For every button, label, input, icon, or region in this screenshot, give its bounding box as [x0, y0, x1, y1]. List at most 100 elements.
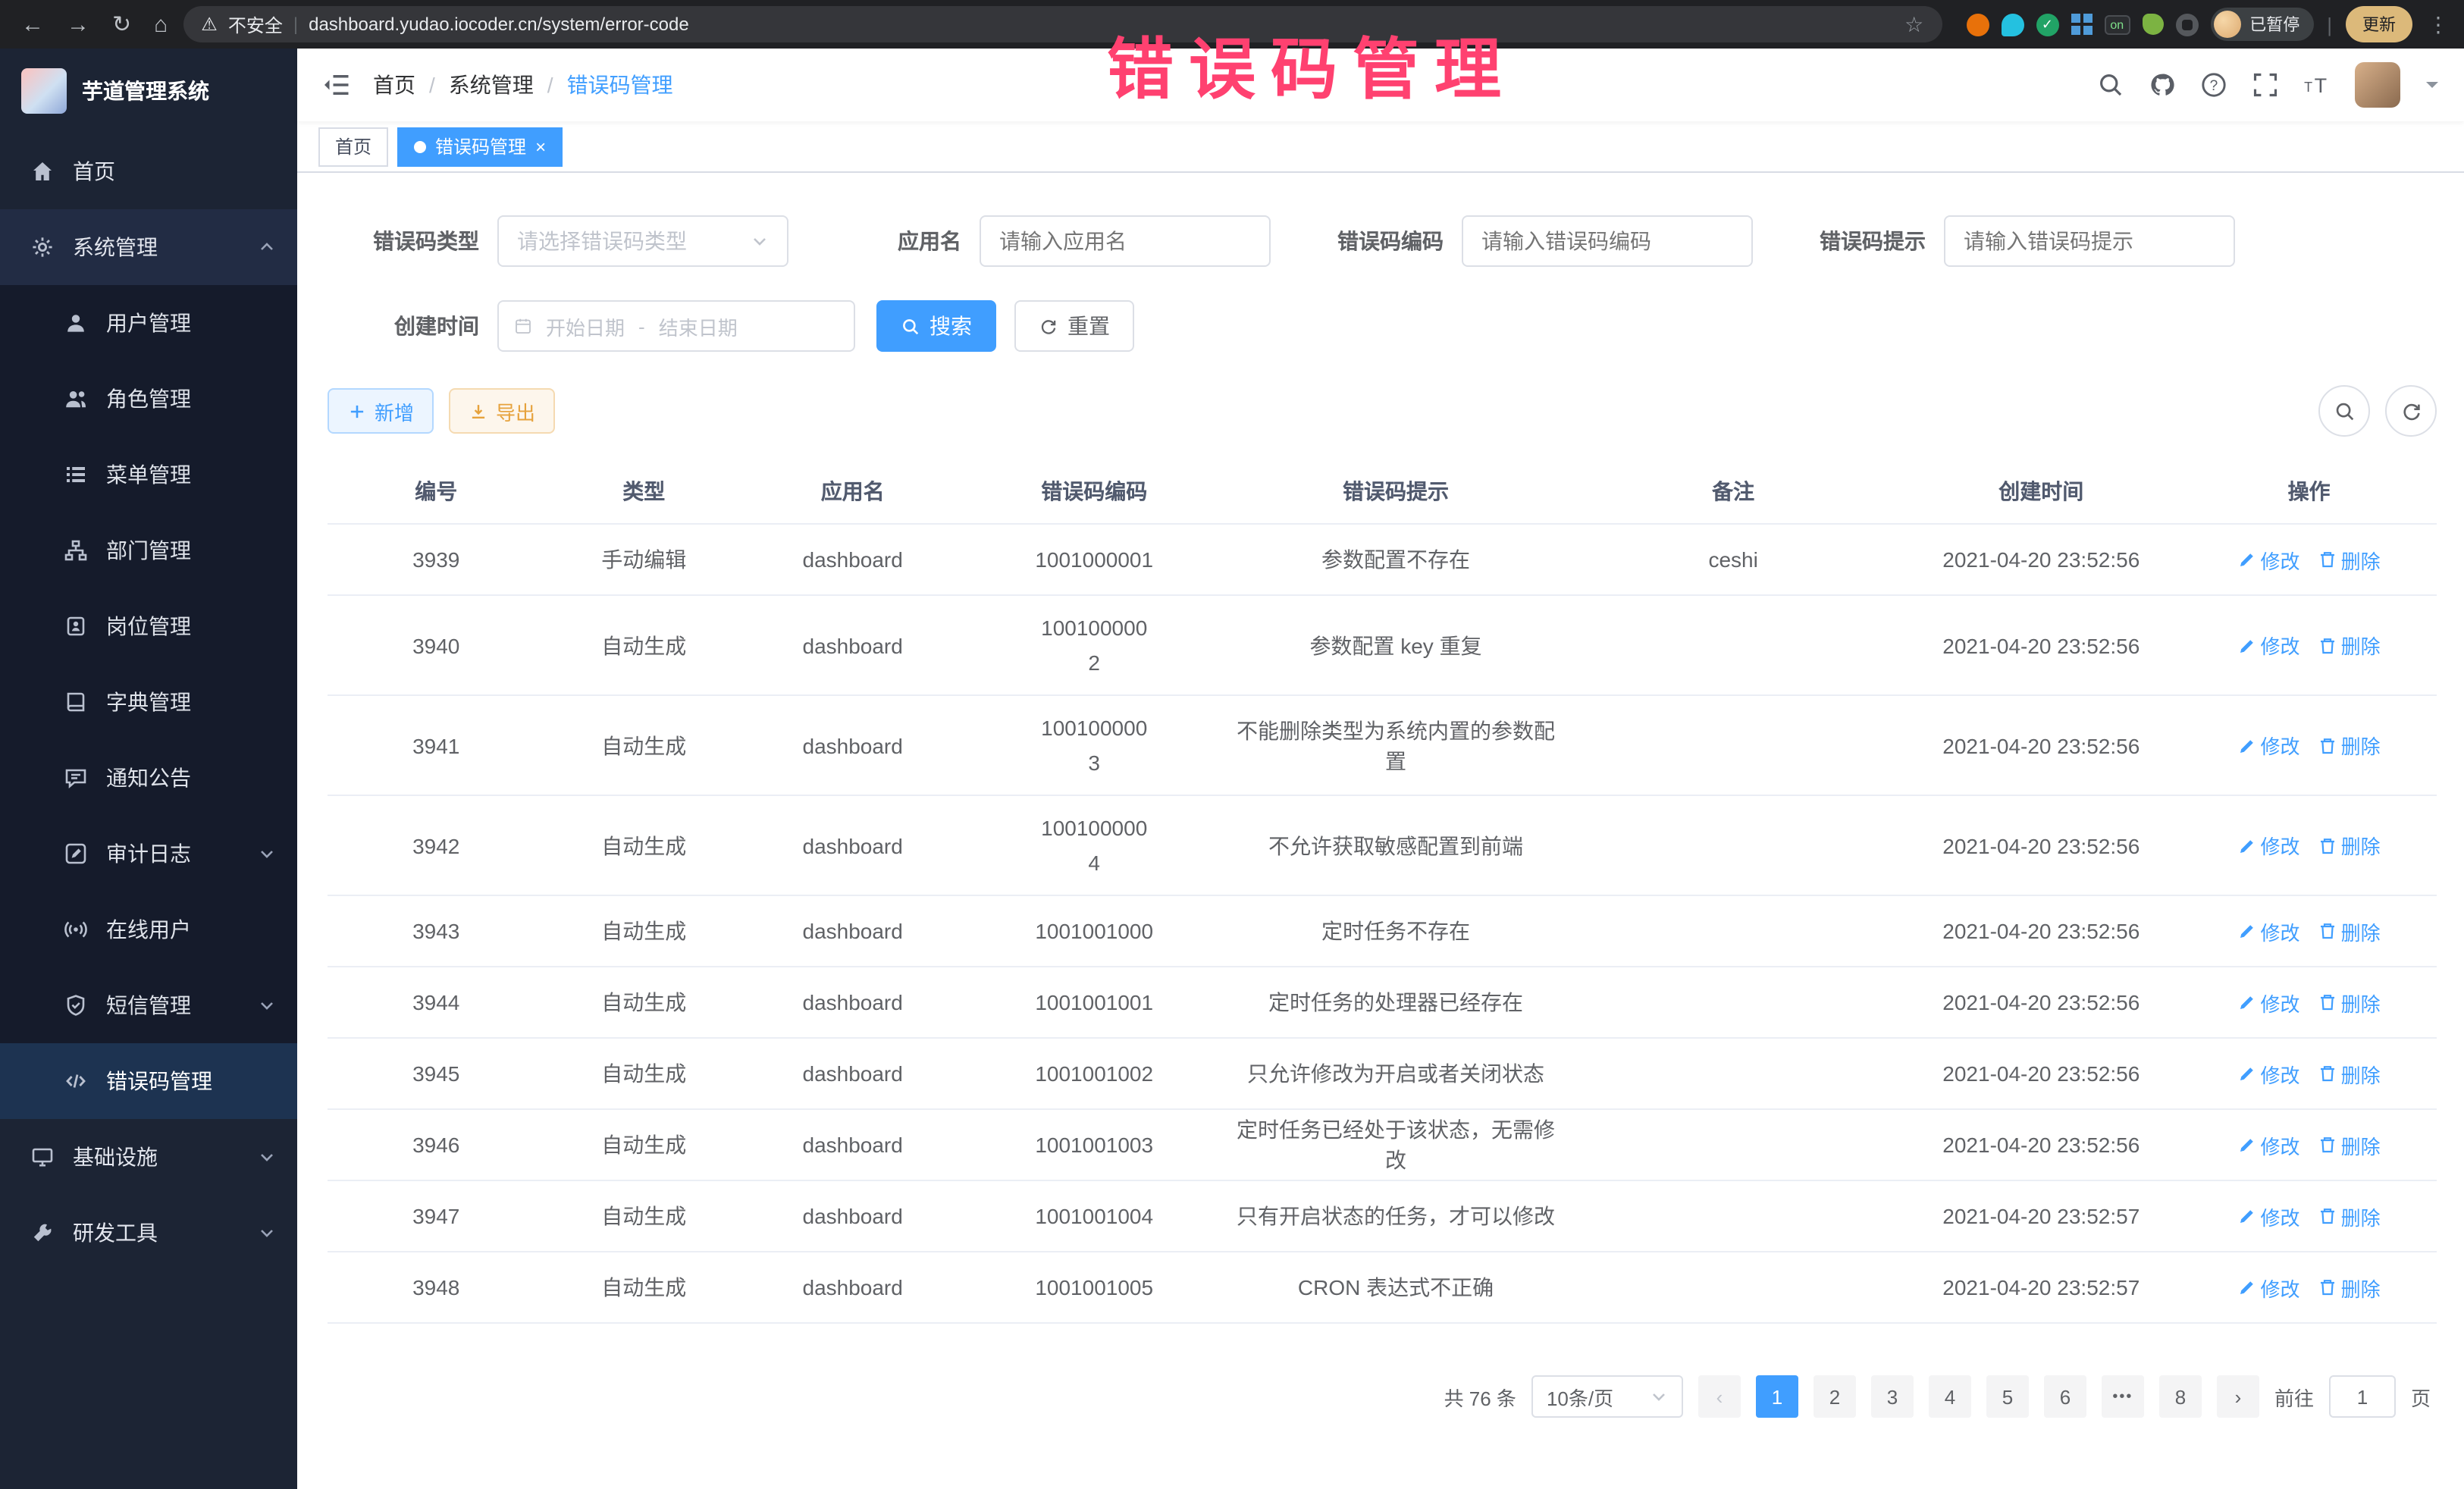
- error-msg-input[interactable]: [1944, 215, 2235, 267]
- cell-message: 定时任务已经处于该状态，无需修改: [1226, 1114, 1566, 1175]
- tab-home[interactable]: 首页: [318, 127, 388, 166]
- page-button-1[interactable]: 1: [1756, 1375, 1798, 1418]
- sidebar-item-menus[interactable]: 菜单管理: [0, 437, 297, 513]
- sidebar-item-home[interactable]: 首页: [0, 133, 297, 209]
- browser-menu-icon[interactable]: ⋮: [2428, 11, 2449, 37]
- caret-down-icon[interactable]: [2425, 77, 2440, 92]
- delete-link[interactable]: 删除: [2318, 545, 2381, 574]
- sidebar-item-online-users[interactable]: 在线用户: [0, 892, 297, 967]
- extension-drop-icon[interactable]: [2001, 13, 2024, 36]
- date-range-picker[interactable]: 开始日期 - 结束日期: [497, 300, 855, 352]
- page-size-select[interactable]: 10条/页: [1531, 1375, 1683, 1418]
- page-button-8[interactable]: 8: [2159, 1375, 2202, 1418]
- end-date-placeholder[interactable]: 结束日期: [659, 312, 738, 340]
- home-button[interactable]: ⌂: [154, 13, 168, 36]
- close-tab-icon[interactable]: ×: [535, 136, 546, 157]
- sidebar-item-positions[interactable]: 岗位管理: [0, 588, 297, 664]
- edit-link[interactable]: 修改: [2238, 545, 2300, 574]
- delete-link[interactable]: 删除: [2318, 631, 2381, 660]
- sidebar-item-sms[interactable]: 短信管理: [0, 967, 297, 1043]
- delete-link[interactable]: 删除: [2318, 1202, 2381, 1230]
- sidebar-item-users[interactable]: 用户管理: [0, 285, 297, 361]
- extension-leaf-icon[interactable]: [2142, 14, 2163, 35]
- delete-link[interactable]: 删除: [2318, 917, 2381, 945]
- sidebar-fold-icon[interactable]: [321, 70, 352, 100]
- toolbar-divider: |: [2327, 13, 2332, 36]
- delete-link[interactable]: 删除: [2318, 1059, 2381, 1088]
- toggle-search-button[interactable]: [2318, 385, 2370, 437]
- error-code-input[interactable]: [1462, 215, 1753, 267]
- delete-link[interactable]: 删除: [2318, 988, 2381, 1017]
- reset-button[interactable]: 重置: [1014, 300, 1134, 352]
- search-button[interactable]: 搜索: [876, 300, 996, 352]
- help-icon[interactable]: ?: [2200, 71, 2227, 99]
- font-size-icon[interactable]: TT: [2303, 71, 2331, 99]
- sidebar-item-audit-logs[interactable]: 审计日志: [0, 816, 297, 892]
- edit-link[interactable]: 修改: [2238, 831, 2300, 860]
- cell-type: 自动生成: [545, 1058, 744, 1089]
- prev-page-button[interactable]: ‹: [1698, 1375, 1741, 1418]
- sidebar-item-departments[interactable]: 部门管理: [0, 513, 297, 588]
- security-label[interactable]: 不安全: [228, 11, 283, 37]
- avatar[interactable]: [2355, 62, 2400, 108]
- address-bar[interactable]: ⚠ 不安全 | dashboard.yudao.iocoder.cn/syste…: [183, 6, 1942, 42]
- extension-grid-icon[interactable]: [2071, 14, 2092, 35]
- github-icon[interactable]: [2149, 71, 2176, 99]
- edit-link[interactable]: 修改: [2238, 1273, 2300, 1302]
- omnibox-divider: |: [293, 14, 298, 35]
- sidebar-item-system[interactable]: 系统管理: [0, 209, 297, 285]
- update-button[interactable]: 更新: [2346, 6, 2412, 42]
- delete-link[interactable]: 删除: [2318, 1130, 2381, 1159]
- page-button-5[interactable]: 5: [1986, 1375, 2029, 1418]
- sidebar-item-error-codes[interactable]: 错误码管理: [0, 1043, 297, 1119]
- delete-link[interactable]: 删除: [2318, 731, 2381, 760]
- sidebar-item-roles[interactable]: 角色管理: [0, 361, 297, 437]
- extensions-puzzle-icon[interactable]: [2175, 13, 2198, 36]
- bookmark-star-icon[interactable]: ☆: [1904, 11, 1923, 37]
- profile-chip[interactable]: 已暂停: [2210, 8, 2313, 41]
- edit-link[interactable]: 修改: [2238, 917, 2300, 945]
- edit-link[interactable]: 修改: [2238, 988, 2300, 1017]
- add-button[interactable]: 新增: [328, 388, 434, 434]
- logo[interactable]: 芋道管理系统: [0, 49, 297, 133]
- tab-error-codes[interactable]: 错误码管理 ×: [397, 127, 563, 166]
- edit-link[interactable]: 修改: [2238, 1130, 2300, 1159]
- edit-link[interactable]: 修改: [2238, 631, 2300, 660]
- extension-on-badge[interactable]: on: [2104, 14, 2130, 34]
- delete-link[interactable]: 删除: [2318, 1273, 2381, 1302]
- forward-button[interactable]: →: [67, 13, 89, 36]
- sidebar-item-infrastructure[interactable]: 基础设施: [0, 1119, 297, 1195]
- fullscreen-icon[interactable]: [2252, 71, 2279, 99]
- error-type-select[interactable]: 请选择错误码类型: [497, 215, 788, 267]
- page-button-6[interactable]: 6: [2044, 1375, 2086, 1418]
- next-page-button[interactable]: ›: [2217, 1375, 2259, 1418]
- edit-link[interactable]: 修改: [2238, 731, 2300, 760]
- sidebar-item-announcements[interactable]: 通知公告: [0, 740, 297, 816]
- extension-red-icon[interactable]: [1966, 13, 1989, 36]
- page-button-2[interactable]: 2: [1814, 1375, 1856, 1418]
- page-button-4[interactable]: 4: [1929, 1375, 1971, 1418]
- reload-button[interactable]: ↻: [112, 13, 131, 36]
- error-code-icon: [64, 1069, 88, 1093]
- app-name-input[interactable]: [980, 215, 1271, 267]
- more-pages-button[interactable]: •••: [2102, 1375, 2144, 1418]
- sidebar-item-dictionary[interactable]: 字典管理: [0, 664, 297, 740]
- extension-check-icon[interactable]: ✓: [2036, 13, 2058, 36]
- url-text[interactable]: dashboard.yudao.iocoder.cn/system/error-…: [309, 14, 689, 35]
- edit-link[interactable]: 修改: [2238, 1059, 2300, 1088]
- breadcrumb-home[interactable]: 首页: [373, 70, 415, 100]
- breadcrumb-system[interactable]: 系统管理: [449, 70, 534, 100]
- page-button-3[interactable]: 3: [1871, 1375, 1914, 1418]
- export-button[interactable]: 导出: [449, 388, 555, 434]
- sidebar-item-devtools[interactable]: 研发工具: [0, 1195, 297, 1271]
- edit-link[interactable]: 修改: [2238, 1202, 2300, 1230]
- back-button[interactable]: ←: [21, 13, 44, 36]
- delete-link[interactable]: 删除: [2318, 831, 2381, 860]
- refresh-table-button[interactable]: [2385, 385, 2437, 437]
- cell-message: 只有开启状态的任务，才可以修改: [1226, 1201, 1566, 1231]
- start-date-placeholder[interactable]: 开始日期: [546, 312, 625, 340]
- search-icon[interactable]: [2097, 71, 2124, 99]
- goto-page-input[interactable]: [2329, 1375, 2396, 1418]
- user-icon: [64, 311, 88, 335]
- infrastructure-icon: [30, 1145, 55, 1169]
